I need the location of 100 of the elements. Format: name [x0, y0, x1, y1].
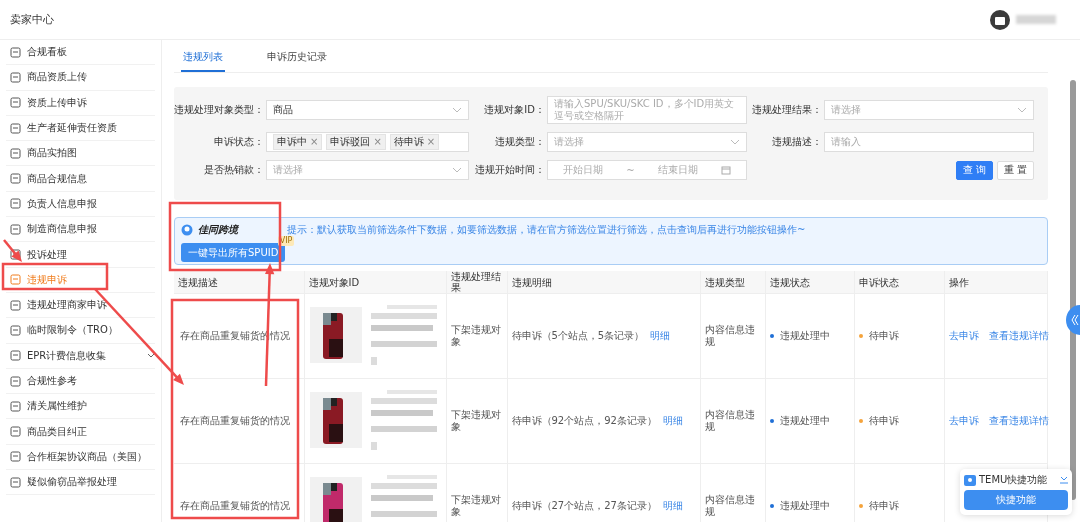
chevron-down-icon [452, 167, 462, 173]
sidebar-item[interactable]: 疑似偷窃品举报处理 [6, 470, 155, 496]
status-text: 违规处理中 [779, 500, 830, 511]
sidebar-item[interactable]: 合作框架协议商品（美国） [6, 444, 155, 471]
start-date-placeholder: 开始日期 [563, 163, 604, 177]
tag-label: 待申诉 [393, 135, 424, 149]
page-icon [10, 324, 21, 336]
sidebar-item[interactable]: 商品类目纠正 [6, 419, 155, 445]
sidebar-item[interactable]: 合规看板 [6, 40, 155, 66]
field-label: 违规描述： [771, 135, 823, 149]
minimize-icon[interactable] [1060, 476, 1068, 484]
column-header: 违规对象ID [304, 271, 446, 294]
hint-text: 提示：默认获取当前筛选条件下数据，如要筛选数据，请在官方筛选位置进行筛选，点击查询后再进行功能按钮操作~ [287, 223, 806, 236]
page-icon [10, 249, 21, 260]
sidebar-item[interactable]: EPR计费信息收集 [6, 343, 155, 369]
table-cell: 内容信息违规 [700, 293, 765, 379]
page-icon [10, 46, 21, 58]
sidebar-item[interactable]: 制造商信息申报 [6, 217, 155, 243]
table-cell: 下架违规对象 [446, 293, 507, 379]
column-header: 操作 [944, 271, 1047, 294]
sidebar-item[interactable]: 临时限制令（TRO） [6, 318, 155, 344]
page-icon [10, 476, 21, 488]
table-cell: 存在商品重复铺货的情况 [174, 463, 304, 522]
column-header: 申诉状态 [854, 271, 944, 294]
field-label: 违规处理结果： [751, 103, 823, 117]
table-cell: 下架违规对象 [446, 463, 507, 522]
column-header: 违规明细 [507, 271, 700, 294]
page-icon [10, 274, 21, 286]
sidebar-item[interactable]: 清关属性维护 [6, 394, 155, 420]
scrollbar-thumb[interactable] [1070, 80, 1076, 500]
detail-link[interactable]: 明细 [662, 500, 683, 511]
field-label: 违规处理对象类型： [174, 103, 265, 117]
brand-name: 佳同跨境 [198, 223, 238, 237]
table-cell: 待申诉（5个站点，5条记录） [511, 330, 645, 341]
tab[interactable]: 申诉历史记录 [265, 44, 329, 72]
field-label: 是否热销款： [203, 163, 265, 177]
sidebar-item[interactable]: 商品资质上传 [6, 65, 155, 91]
column-header: 违规描述 [174, 271, 304, 294]
status-text: 待申诉 [868, 415, 899, 426]
sidebar-item[interactable]: 资质上传申诉 [6, 90, 155, 116]
page-icon [10, 299, 21, 311]
table-cell: 待申诉（27个站点，27条记录） [511, 500, 657, 511]
collapse-tab-icon[interactable] [1066, 305, 1080, 335]
tag-label: 申诉驳回 [330, 135, 371, 149]
search-button[interactable]: 查 询 [955, 160, 993, 180]
chevron-down-icon [730, 139, 740, 145]
action-link[interactable]: 查看违规详情 [988, 330, 1049, 342]
table-cell: 待申诉（92个站点，92条记录） [511, 415, 657, 426]
page-icon [10, 400, 21, 412]
reset-button[interactable]: 重 置 [996, 160, 1034, 180]
robot-icon [964, 474, 976, 486]
sidebar-item[interactable]: 商品合规信息 [6, 166, 155, 192]
column-header: 违规状态 [765, 271, 854, 294]
table-cell: 内容信息违规 [700, 463, 765, 522]
action-link[interactable]: 去申诉 [948, 415, 979, 427]
field-label: 申诉状态： [213, 135, 265, 149]
field-label: 违规类型： [494, 135, 546, 149]
page-icon [10, 375, 21, 387]
chevron-down-icon[interactable] [147, 352, 155, 360]
tab[interactable]: 违规列表 [181, 44, 225, 72]
column-header: 违规处理结果 [446, 271, 507, 294]
end-date-placeholder: 结束日期 [657, 163, 698, 177]
range-separator: ~ [626, 164, 635, 176]
sidebar-item[interactable]: 负责人信息申报 [6, 191, 155, 218]
action-link[interactable]: 去申诉 [948, 330, 979, 342]
page-icon [10, 350, 21, 362]
status-text: 违规处理中 [779, 330, 830, 341]
page-icon [10, 426, 21, 438]
table-cell: 下架违规对象 [446, 378, 507, 464]
avatar-icon[interactable] [990, 9, 1010, 30]
page-icon [10, 223, 21, 235]
sidebar-item[interactable]: 商品实拍图 [6, 141, 155, 167]
column-header: 违规类型 [700, 271, 765, 294]
page-icon [10, 173, 21, 185]
calendar-icon [720, 165, 731, 175]
chevron-down-icon [452, 107, 462, 113]
page-icon [10, 147, 21, 159]
header-title: 卖家中心 [10, 12, 54, 27]
annotation-arrow [3, 239, 22, 262]
action-link[interactable]: 查看违规详情 [988, 415, 1049, 427]
status-text: 违规处理中 [779, 415, 830, 426]
blurred-name [1016, 15, 1056, 24]
page-icon [10, 122, 21, 134]
tag-label: 申诉中 [277, 135, 307, 149]
sidebar-item[interactable]: 生产者延伸责任资质 [6, 115, 155, 142]
detail-link[interactable]: 明细 [650, 330, 671, 341]
widget-title: TEMU快捷功能 [979, 473, 1048, 487]
status-text: 待申诉 [868, 500, 899, 511]
select-field[interactable]: 商品 [266, 100, 469, 120]
field-label: 违规开始时间： [474, 163, 546, 177]
chevron-down-icon [1017, 107, 1027, 113]
page-icon [10, 71, 21, 83]
page-icon [10, 198, 21, 210]
detail-link[interactable]: 明细 [662, 415, 683, 426]
table-cell: 内容信息违规 [700, 378, 765, 464]
sidebar-item[interactable]: 违规处理商家申诉 [6, 292, 155, 319]
field-label: 违规对象ID： [483, 103, 546, 117]
brand-logo-icon [181, 224, 193, 236]
page-icon [10, 97, 21, 109]
sidebar-item[interactable]: 合规性参考 [6, 368, 155, 395]
